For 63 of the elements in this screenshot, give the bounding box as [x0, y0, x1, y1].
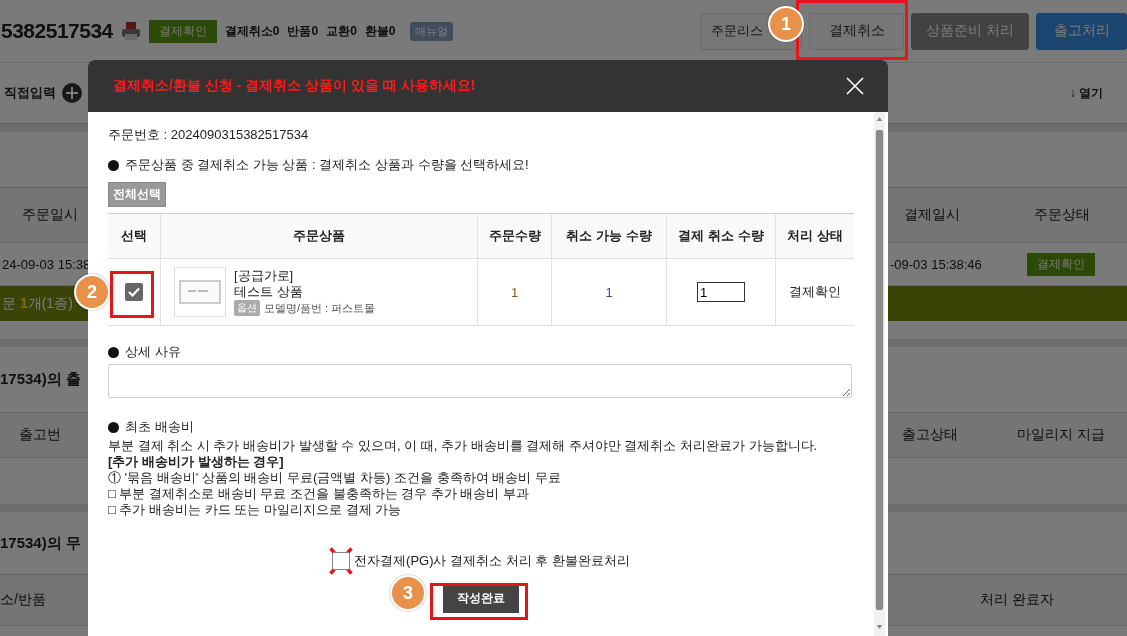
order-number-text: 주문번호 : 2024090315382517534 [108, 126, 310, 144]
table-cell: 결제확인 [789, 284, 841, 299]
column-header: 처리 상태 [787, 228, 843, 243]
action-button[interactable]: 출고처리 [1036, 12, 1127, 50]
order-number: 5382517534 [1, 19, 113, 43]
bullet-icon [108, 346, 119, 358]
product-name: 테스트 상품 [234, 284, 304, 300]
column-header: 주문수량 [488, 228, 541, 243]
cases-title: [추가 배송비가 발생하는 경우] [108, 454, 285, 470]
table-cell-text: -09-03 15:38:46 [890, 256, 983, 272]
option-tag: 옵션 [234, 300, 260, 316]
column-header: 주문일시 [21, 206, 79, 224]
bullet-icon [108, 421, 119, 433]
count-label: 결제취소0 [224, 22, 280, 40]
printer-icon[interactable] [120, 21, 141, 41]
column-header: 주문상품 [293, 228, 345, 243]
status-badge: 결제확인 [1027, 252, 1095, 276]
field-label: 상세 사유 [125, 343, 181, 361]
count-label: 환불0 [364, 22, 396, 40]
bullet-icon [108, 159, 119, 171]
count-label: 반품0 [287, 22, 319, 40]
supplier-text: [공급가로] [234, 268, 295, 284]
section-title: 17534)의 무 [0, 533, 81, 553]
checkbox[interactable] [332, 552, 351, 570]
reason-field[interactable] [108, 364, 852, 398]
scrollbar[interactable] [874, 112, 885, 636]
option-label: 전자결제(PG)사 결제취소 처리 후 환불완료처리 [354, 552, 630, 570]
submit-button[interactable]: 작성완료 [443, 584, 519, 613]
column-header: 결제 취소 수량 [678, 228, 764, 243]
quantity-field[interactable]: 1 [697, 282, 745, 302]
table-cell: 1 [510, 284, 519, 300]
highlight-frame [110, 271, 154, 318]
count-label: 교환0 [326, 22, 357, 40]
instruction-text: 주문상품 중 결제취소 가능 상품 : 결제취소 상품과 수량을 선택하세요! [125, 156, 529, 174]
column-header: 선택 [121, 228, 147, 243]
column-header: 취소 가능 수량 [566, 228, 652, 243]
summary-text: 문 1개(1종) [2, 294, 73, 313]
table-cell: 1 [605, 284, 613, 300]
option-text: 모델명/품번 : 퍼스트몰 [264, 301, 376, 316]
close-icon[interactable] [846, 77, 864, 95]
column-header: 처리 완료자 [979, 591, 1055, 609]
dialog-title: 결제취소/환불 신청 - 결제취소 상품이 있을 때 사용하세요! [113, 77, 476, 95]
case-text: □ 부분 결제취소로 배송비 무료 조건을 불충족하는 경우 추가 배송비 부과 [108, 486, 530, 502]
status-badge: 결제확인 [148, 19, 217, 43]
section-title: 17534)의 출 [0, 370, 81, 389]
step-badge: 1 [768, 6, 804, 42]
case-text: ① '묶음 배송비' 상품의 배송비 무료(금액별 차등) 조건을 충족하여 배송비 무료 [108, 470, 562, 486]
column-header: 주문상태 [1033, 206, 1091, 224]
plus-icon[interactable] [62, 83, 82, 103]
column-header: 소/반품 [0, 591, 47, 609]
column-header: 마일리지 지급 [1016, 426, 1106, 444]
select-all-button[interactable]: 전체선택 [108, 182, 166, 207]
column-header: 출고번 [18, 426, 62, 444]
case-text: □ 추가 배송비는 카드 또는 마일리지으로 결제 가능 [108, 502, 403, 518]
note-text: 부분 결제 취소 시 추가 배송비가 발생할 수 있으며, 이 때, 추가 배송비를 결제해 주셔야만 결제취소 처리완료가 가능합니다. [108, 438, 819, 454]
direct-input-label: 직접입력 [4, 84, 56, 102]
cross-mark-icon [328, 546, 355, 576]
section-label: 최초 배송비 [125, 418, 194, 436]
action-button[interactable]: 결제취소 [809, 12, 904, 50]
column-header: 결제일시 [903, 206, 961, 224]
checkbox[interactable] [125, 283, 143, 301]
column-header: 출고상태 [901, 426, 959, 444]
expand-toggle[interactable]: ↓ 열기 [1069, 84, 1103, 102]
